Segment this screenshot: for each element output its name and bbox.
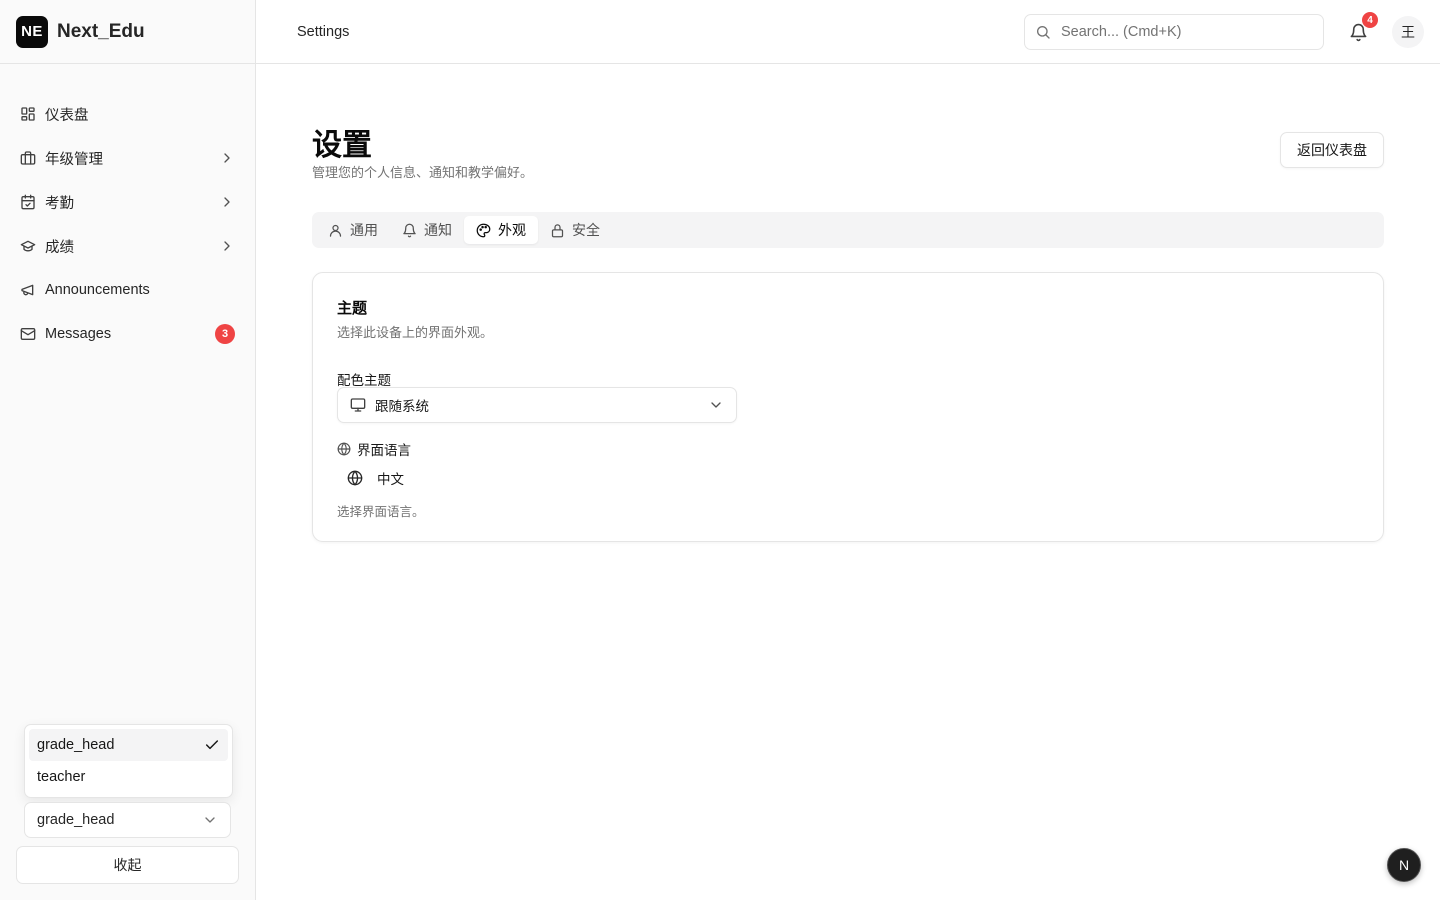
tab-label: 外观 — [498, 222, 526, 238]
settings-tabs: 通用 通知 外观 安全 — [312, 212, 1384, 248]
tab-general[interactable]: 通用 — [316, 216, 390, 244]
language-value: 中文 — [377, 472, 404, 487]
lock-icon — [551, 223, 564, 237]
top-header: Settings 4 王 — [256, 0, 1440, 64]
page-description: 管理您的个人信息、通知和教学偏好。 — [312, 165, 534, 180]
monitor-icon — [350, 398, 366, 412]
sidebar: NE Next_Edu 仪表盘 年级管理 考勤 成绩 Announcements — [0, 0, 256, 900]
brand[interactable]: NE Next_Edu — [0, 0, 255, 64]
role-select-value: grade_head — [37, 812, 115, 828]
sidebar-nav: 仪表盘 年级管理 考勤 成绩 Announcements Messages 3 — [8, 92, 247, 356]
bell-icon — [403, 223, 416, 237]
chevron-down-icon — [205, 817, 215, 823]
chevron-right-icon — [224, 153, 230, 163]
sidebar-item-dashboard[interactable]: 仪表盘 — [8, 92, 247, 136]
tab-notifications[interactable]: 通知 — [390, 216, 464, 244]
role-option-teacher[interactable]: teacher — [29, 761, 228, 793]
user-icon — [329, 224, 342, 237]
brand-name: Next_Edu — [57, 20, 145, 42]
sidebar-item-announcements[interactable]: Announcements — [8, 268, 247, 312]
collapse-sidebar-button[interactable]: 收起 — [16, 846, 239, 884]
language-label: 界面语言 — [337, 439, 411, 459]
sidebar-item-label: 年级管理 — [45, 151, 103, 168]
sidebar-item-messages[interactable]: Messages 3 — [8, 312, 247, 356]
nextjs-dev-tools-button[interactable]: N — [1387, 848, 1421, 882]
tab-appearance[interactable]: 外观 — [464, 216, 538, 244]
role-option-grade-head[interactable]: grade_head — [29, 729, 228, 761]
color-theme-select[interactable]: 跟随系统 — [337, 387, 737, 423]
card-description: 选择此设备上的界面外观。 — [337, 325, 494, 340]
user-avatar[interactable]: 王 — [1392, 16, 1424, 48]
role-option-label: teacher — [37, 769, 86, 785]
tab-label: 通用 — [350, 222, 378, 238]
tab-label: 安全 — [572, 222, 600, 238]
back-to-dashboard-button[interactable]: 返回仪表盘 — [1280, 132, 1384, 168]
card-title: 主题 — [337, 300, 368, 317]
sidebar-item-grade-management[interactable]: 年级管理 — [8, 136, 247, 180]
role-dropdown-menu: grade_head teacher — [24, 724, 233, 798]
breadcrumb: Settings — [297, 23, 350, 40]
check-icon — [205, 740, 219, 750]
sidebar-item-label: 仪表盘 — [45, 107, 89, 124]
dashboard-grid-icon — [21, 107, 35, 121]
globe-icon — [347, 470, 363, 486]
tab-label: 通知 — [424, 222, 452, 238]
search-box[interactable] — [1024, 14, 1324, 50]
chevron-down-icon — [711, 402, 721, 408]
language-label-text: 界面语言 — [357, 443, 411, 458]
sidebar-item-grades[interactable]: 成绩 — [8, 224, 247, 268]
search-input[interactable] — [1061, 24, 1301, 40]
chevron-right-icon — [224, 197, 230, 207]
sidebar-item-label: Messages — [45, 326, 112, 342]
sidebar-item-attendance[interactable]: 考勤 — [8, 180, 247, 224]
calendar-check-icon — [21, 194, 35, 210]
role-select[interactable]: grade_head — [24, 802, 231, 838]
color-theme-label: 配色主题 — [337, 373, 391, 388]
sidebar-item-label: Announcements — [45, 282, 150, 298]
page-title: 设置 — [312, 129, 372, 162]
chevron-right-icon — [224, 241, 230, 251]
palette-icon — [476, 223, 491, 237]
search-icon — [1037, 26, 1050, 39]
color-theme-value: 跟随系统 — [375, 399, 429, 414]
megaphone-icon — [21, 284, 34, 296]
notifications-count-badge: 4 — [1362, 12, 1378, 28]
language-hint: 选择界面语言。 — [337, 505, 425, 519]
brand-logo: NE — [16, 15, 48, 48]
mail-icon — [20, 328, 36, 340]
globe-icon — [337, 442, 351, 456]
graduation-cap-icon — [20, 240, 36, 252]
briefcase-icon — [20, 151, 36, 165]
theme-card: 主题 选择此设备上的界面外观。 配色主题 跟随系统 界面语言 中文 选择界面语言… — [312, 272, 1384, 542]
messages-count-badge: 3 — [215, 324, 235, 344]
tab-security[interactable]: 安全 — [538, 216, 612, 244]
role-option-label: grade_head — [37, 737, 115, 753]
sidebar-item-label: 成绩 — [45, 239, 74, 256]
notifications-button[interactable]: 4 — [1342, 12, 1378, 48]
language-switcher-button[interactable]: 中文 — [337, 463, 414, 493]
sidebar-item-label: 考勤 — [45, 195, 74, 212]
